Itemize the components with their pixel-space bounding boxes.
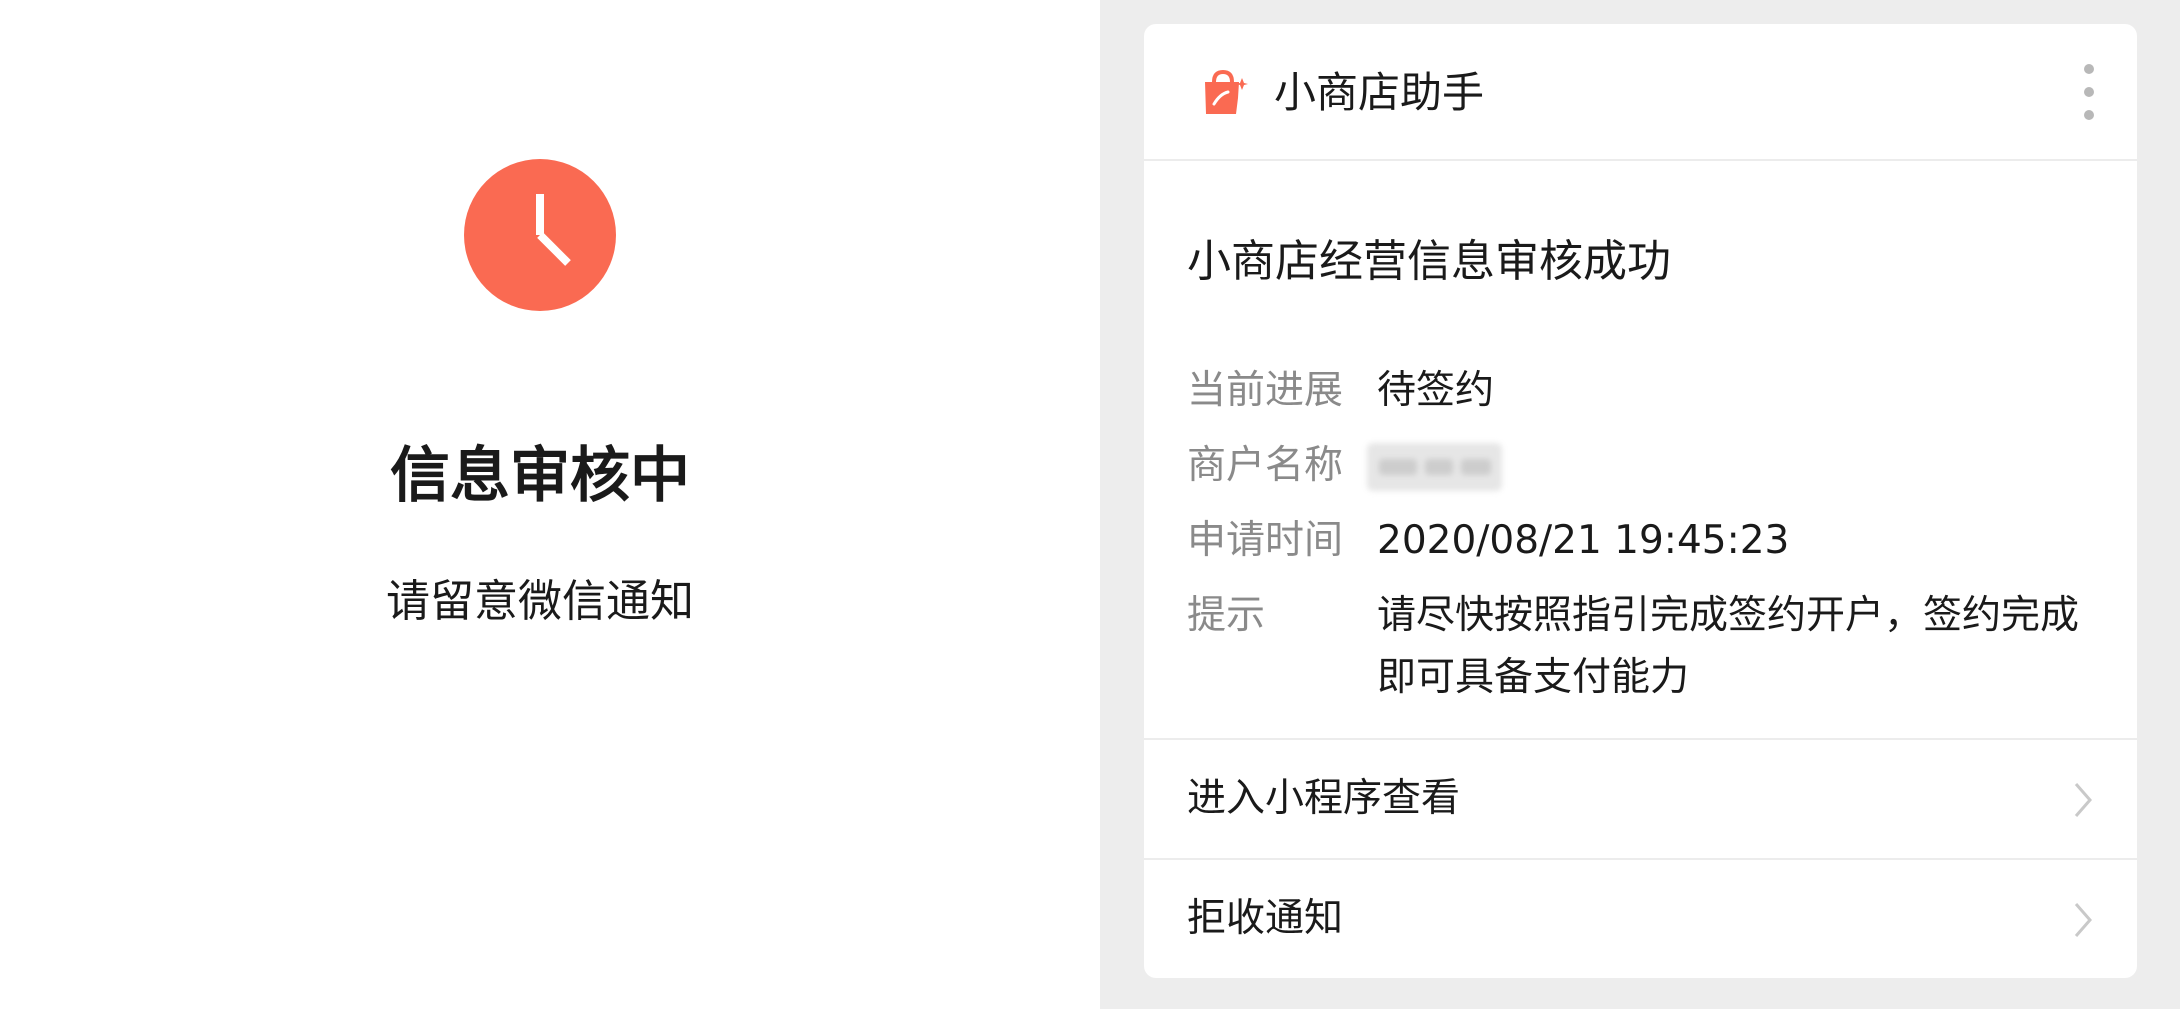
- more-vertical-icon[interactable]: [2074, 62, 2104, 122]
- open-mini-program-link[interactable]: 进入小程序查看: [1144, 738, 2137, 858]
- clock-icon: [464, 159, 616, 311]
- redacted-merchant-name: [1367, 443, 1502, 491]
- field-label: 申请时间: [1187, 518, 1344, 563]
- field-value: 2020/08/21 19:45:23: [1377, 518, 1790, 563]
- action-label: 拒收通知: [1187, 896, 1344, 941]
- field-label: 当前进展: [1187, 368, 1344, 413]
- notification-panel: 小商店助手 小商店经营信息审核成功 当前进展 待签约 商户名称 申请时间 202…: [1100, 0, 2180, 1009]
- reject-notification-link[interactable]: 拒收通知: [1144, 858, 2137, 978]
- app-name: 小商店助手: [1274, 68, 1485, 117]
- notification-card: 小商店助手 小商店经营信息审核成功 当前进展 待签约 商户名称 申请时间 202…: [1144, 24, 2137, 978]
- notification-title: 小商店经营信息审核成功: [1187, 236, 1671, 287]
- status-title: 信息审核中: [390, 441, 690, 511]
- review-status-page: 信息审核中 请留意微信通知: [0, 0, 1100, 1009]
- chevron-right-icon: [2074, 903, 2092, 937]
- action-label: 进入小程序查看: [1187, 776, 1461, 821]
- chevron-right-icon: [2074, 783, 2092, 817]
- status-subtitle: 请留意微信通知: [386, 576, 694, 627]
- field-value: 请尽快按照指引完成签约开户，签约完成即可具备支付能力: [1377, 593, 2080, 700]
- card-header: 小商店助手: [1144, 24, 2137, 161]
- field-label: 提示: [1187, 593, 1266, 638]
- shopping-bag-icon: [1205, 69, 1248, 114]
- field-value: 待签约: [1377, 368, 1495, 413]
- field-label: 商户名称: [1187, 443, 1344, 488]
